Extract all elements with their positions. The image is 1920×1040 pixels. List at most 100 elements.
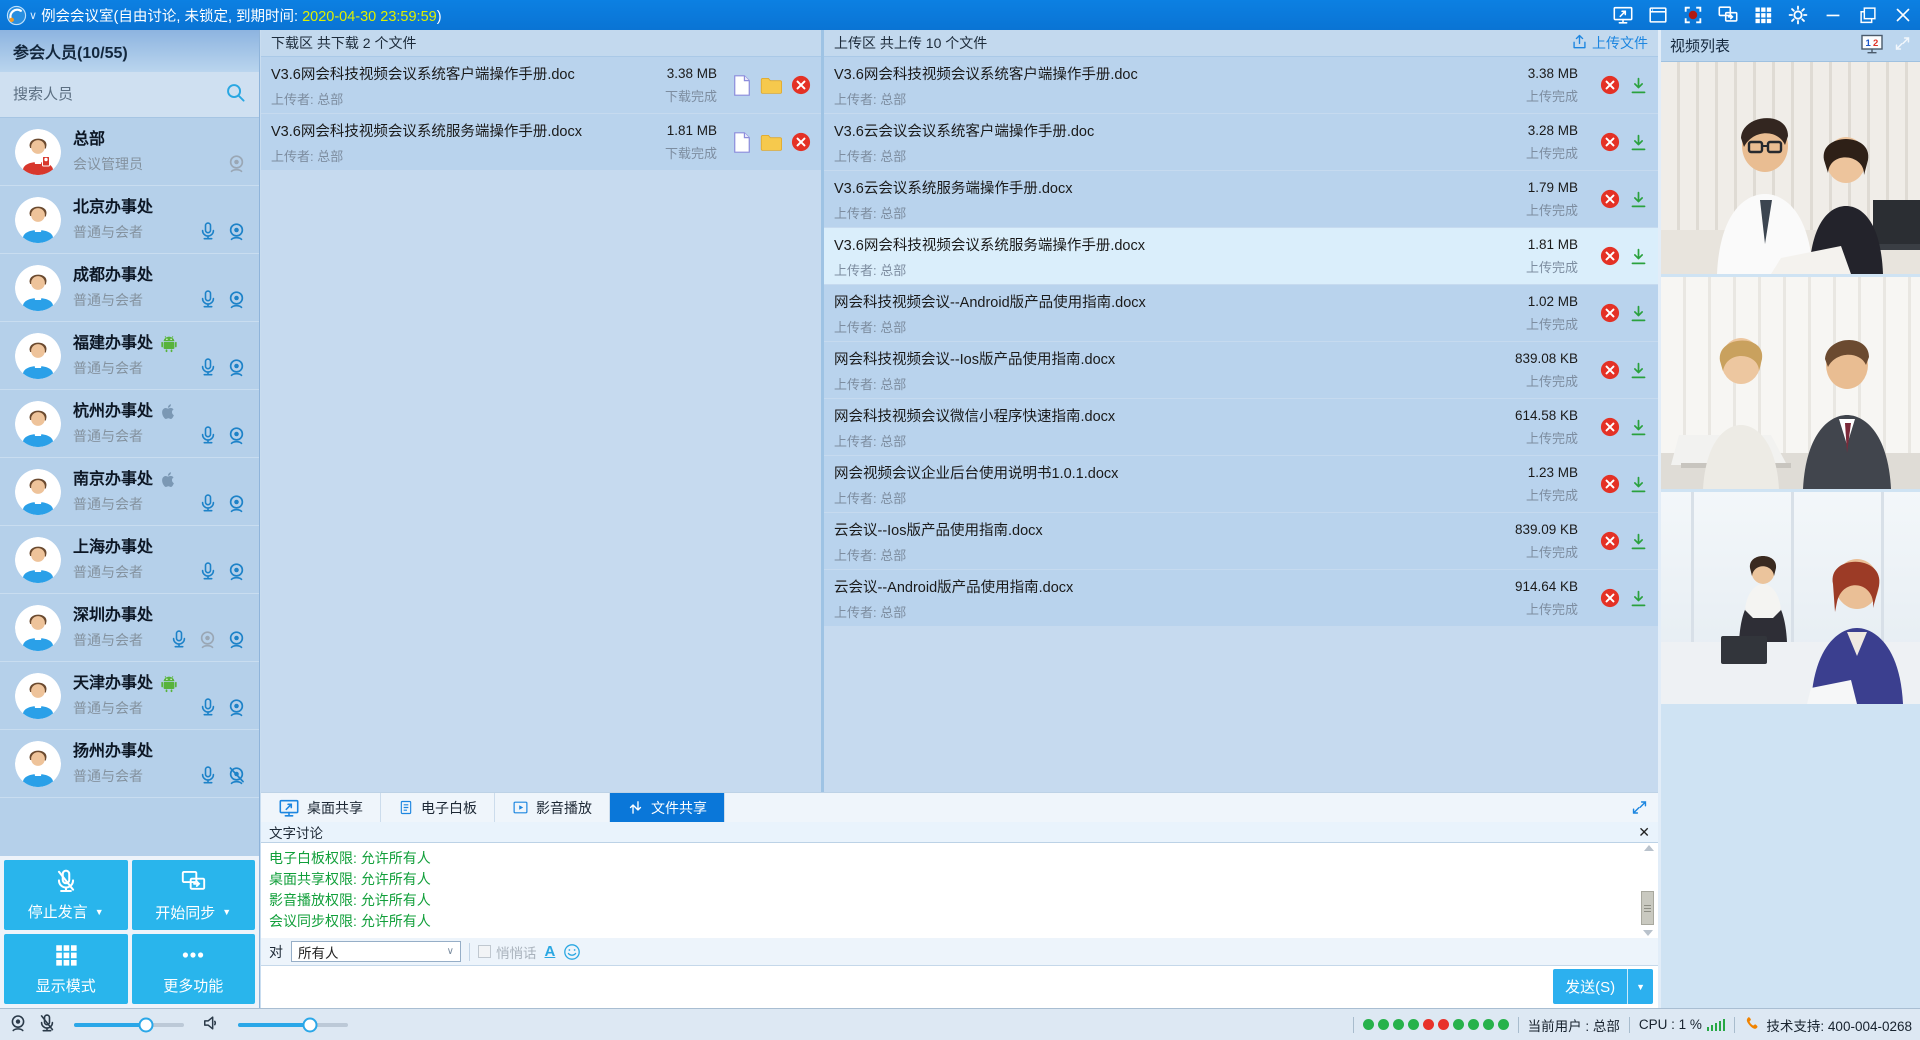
participant-row[interactable]: 总部 会议管理员 (0, 118, 259, 186)
delete-icon[interactable] (1600, 588, 1620, 608)
screen-number-icon[interactable]: 12 (1860, 33, 1884, 59)
download-icon[interactable] (1629, 589, 1648, 608)
mic-icon[interactable] (169, 629, 189, 649)
camera-icon[interactable] (226, 289, 247, 310)
upload-file-row[interactable]: 云会议--Android版产品使用指南.docx上传者: 总部 914.64 K… (824, 570, 1658, 626)
open-file-icon[interactable] (733, 132, 751, 153)
upload-file-row[interactable]: 网会科技视频会议--Android版产品使用指南.docx上传者: 总部 1.0… (824, 285, 1658, 341)
participant-row[interactable]: 北京办事处 普通与会者 (0, 186, 259, 254)
sync-icon[interactable] (1710, 0, 1745, 30)
delete-icon[interactable] (1600, 417, 1620, 437)
chevron-down-icon[interactable]: ▼ (1628, 982, 1653, 992)
upload-file-row[interactable]: 网会视频会议企业后台使用说明书1.0.1.docx上传者: 总部 1.23 MB… (824, 456, 1658, 512)
chevron-down-icon[interactable]: ▼ (222, 907, 231, 917)
download-file-row[interactable]: V3.6网会科技视频会议系统客户端操作手册.doc上传者: 总部 3.38 MB… (261, 57, 821, 113)
record-icon[interactable] (1675, 0, 1710, 30)
upload-file-row[interactable]: 云会议--Ios版产品使用指南.docx上传者: 总部 839.09 KB上传完… (824, 513, 1658, 569)
download-icon[interactable] (1629, 418, 1648, 437)
mic-icon[interactable] (198, 289, 218, 309)
search-icon[interactable] (225, 82, 246, 108)
tab-电子白板[interactable]: 电子白板 (381, 793, 495, 822)
download-icon[interactable] (1629, 247, 1648, 266)
participant-row[interactable]: 成都办事处 普通与会者 (0, 254, 259, 322)
delete-icon[interactable] (1600, 531, 1620, 551)
chat-input-area[interactable]: 发送(S) ▼ (261, 966, 1658, 1008)
participant-row[interactable]: 天津办事处 普通与会者 (0, 662, 259, 730)
scroll-down-icon[interactable] (1643, 930, 1653, 936)
delete-icon[interactable] (1600, 474, 1620, 494)
maximize-icon[interactable] (1850, 0, 1885, 30)
webcam-icon[interactable] (8, 1013, 28, 1036)
participant-row[interactable]: 杭州办事处 普通与会者 (0, 390, 259, 458)
recipient-select[interactable]: 所有人∨ (291, 941, 461, 962)
upload-file-row[interactable]: V3.6网会科技视频会议系统客户端操作手册.doc上传者: 总部 3.38 MB… (824, 57, 1658, 113)
expand-icon[interactable] (1894, 35, 1911, 56)
delete-icon[interactable] (1600, 360, 1620, 380)
participant-row[interactable]: 福建办事处 普通与会者 (0, 322, 259, 390)
delete-icon[interactable] (1600, 75, 1620, 95)
apps-grid-icon[interactable] (1745, 0, 1780, 30)
tab-桌面共享[interactable]: 桌面共享 (261, 793, 381, 822)
delete-icon[interactable] (1600, 189, 1620, 209)
mic-off-icon[interactable] (37, 1013, 57, 1036)
search-input[interactable] (13, 86, 225, 103)
download-icon[interactable] (1629, 304, 1648, 323)
upload-file-row[interactable]: V3.6云会议会议系统客户端操作手册.doc上传者: 总部 3.28 MB上传完… (824, 114, 1658, 170)
whiteboard-icon[interactable] (1640, 0, 1675, 30)
mic-icon[interactable] (198, 357, 218, 377)
mic-icon[interactable] (198, 765, 218, 785)
close-icon[interactable]: ✕ (1638, 825, 1650, 839)
video-thumbnail[interactable] (1661, 277, 1920, 489)
tab-文件共享[interactable]: 文件共享 (610, 793, 725, 822)
participant-row[interactable]: 深圳办事处 普通与会者 (0, 594, 259, 662)
video-thumbnail[interactable] (1661, 62, 1920, 274)
scrollbar-thumb[interactable] (1641, 891, 1654, 925)
download-icon[interactable] (1629, 532, 1648, 551)
camera-gray-icon[interactable] (197, 629, 218, 650)
action-button[interactable]: 显示模式 (4, 934, 128, 1004)
camera-icon[interactable] (226, 425, 247, 446)
camera-icon[interactable] (226, 493, 247, 514)
open-folder-icon[interactable] (760, 133, 782, 152)
download-icon[interactable] (1629, 475, 1648, 494)
mic-icon[interactable] (198, 221, 218, 241)
camera-gray-icon[interactable] (226, 153, 247, 174)
mic-icon[interactable] (198, 425, 218, 445)
minimize-icon[interactable] (1815, 0, 1850, 30)
upload-file-row[interactable]: 网会科技视频会议微信小程序快速指南.docx上传者: 总部 614.58 KB上… (824, 399, 1658, 455)
speaker-volume-slider[interactable] (238, 1023, 348, 1027)
app-logo-icon[interactable] (6, 5, 27, 26)
camera-icon[interactable] (226, 221, 247, 242)
emoji-button[interactable] (563, 943, 581, 961)
mic-icon[interactable] (198, 561, 218, 581)
font-style-button[interactable]: A (545, 943, 556, 960)
camera-icon[interactable] (226, 561, 247, 582)
checkbox-icon[interactable] (478, 945, 491, 958)
mic-icon[interactable] (198, 697, 218, 717)
camera-icon[interactable] (226, 629, 247, 650)
download-file-row[interactable]: V3.6网会科技视频会议系统服务端操作手册.docx上传者: 总部 1.81 M… (261, 114, 821, 170)
close-icon[interactable] (1885, 0, 1920, 30)
delete-icon[interactable] (791, 75, 811, 95)
download-icon[interactable] (1629, 361, 1648, 380)
delete-icon[interactable] (1600, 303, 1620, 323)
participant-row[interactable]: 南京办事处 普通与会者 (0, 458, 259, 526)
delete-icon[interactable] (1600, 246, 1620, 266)
camera-off-icon[interactable] (226, 765, 247, 786)
camera-icon[interactable] (226, 357, 247, 378)
action-button[interactable]: 停止发言▼ (4, 860, 128, 930)
download-icon[interactable] (1629, 190, 1648, 209)
chat-scrollbar[interactable] (1641, 845, 1656, 936)
participant-row[interactable]: 扬州办事处 普通与会者 (0, 730, 259, 798)
upload-file-button[interactable]: 上传文件 (1571, 33, 1648, 53)
action-button[interactable]: 更多功能 (132, 934, 256, 1004)
screen-share-icon[interactable] (1605, 0, 1640, 30)
download-icon[interactable] (1629, 133, 1648, 152)
mic-volume-slider[interactable] (74, 1023, 184, 1027)
camera-icon[interactable] (226, 697, 247, 718)
open-file-icon[interactable] (733, 75, 751, 96)
settings-icon[interactable] (1780, 0, 1815, 30)
mic-icon[interactable] (198, 493, 218, 513)
scroll-up-icon[interactable] (1644, 845, 1654, 851)
action-button[interactable]: 开始同步▼ (132, 860, 256, 930)
